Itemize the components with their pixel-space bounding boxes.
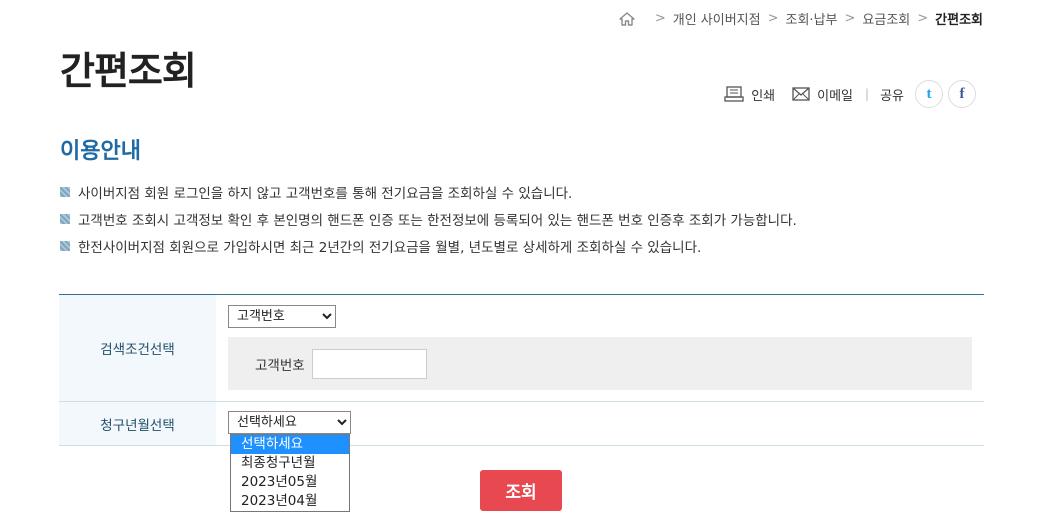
home-icon[interactable]	[618, 11, 636, 27]
info-text: 사이버지점 회원 로그인을 하지 않고 고객번호를 통해 전기요금을 조회하실 …	[78, 186, 573, 202]
breadcrumb-current: 간편조회	[935, 13, 983, 28]
print-icon	[724, 86, 744, 102]
page-title: 간편조회	[60, 49, 197, 93]
customer-number-input[interactable]	[311, 348, 427, 379]
list-item: 한전사이버지점 회원으로 가입하시면 최근 2년간의 전기요금을 월별, 년도별…	[60, 237, 797, 256]
breadcrumb-item-personal[interactable]: 개인 사이버지점	[673, 9, 761, 28]
page-tools: 인쇄 이메일 | 공유 t f	[724, 80, 976, 108]
section-title: 이용안내	[60, 139, 141, 164]
chevron-right-icon: >	[917, 11, 929, 26]
table-row: 청구년월선택 선택하세요	[59, 402, 984, 446]
search-type-select[interactable]: 고객번호	[228, 305, 336, 328]
divider: |	[865, 87, 870, 101]
info-text: 고객번호 조회시 고객정보 확인 후 본인명의 핸드폰 인증 또는 한전정보에 …	[78, 213, 797, 229]
bullet-icon	[60, 214, 70, 224]
breadcrumb-item-inquiry[interactable]: 조회·납부	[786, 9, 838, 28]
info-text: 한전사이버지점 회원으로 가입하시면 최근 2년간의 전기요금을 월별, 년도별…	[78, 240, 702, 256]
dropdown-option[interactable]: 2023년04월	[231, 492, 349, 511]
search-button[interactable]: 조회	[480, 470, 562, 511]
chevron-right-icon: >	[654, 11, 666, 26]
mail-icon	[792, 87, 810, 101]
list-item: 사이버지점 회원 로그인을 하지 않고 고객번호를 통해 전기요금을 조회하실 …	[60, 183, 797, 202]
share-label: 공유	[880, 88, 904, 104]
search-form: 검색조건선택 고객번호 고객번호 청구년월선택 선택하세요	[59, 294, 984, 446]
breadcrumb: > 개인 사이버지점 > 조회·납부 > 요금조회 > 간편조회	[618, 9, 983, 28]
list-item: 고객번호 조회시 고객정보 확인 후 본인명의 핸드폰 인증 또는 한전정보에 …	[60, 210, 797, 229]
bullet-icon	[60, 241, 70, 251]
dropdown-option[interactable]: 2023년05월	[231, 473, 349, 492]
bullet-icon	[60, 187, 70, 197]
table-row: 검색조건선택 고객번호 고객번호	[59, 295, 984, 402]
print-button[interactable]: 인쇄	[724, 85, 775, 104]
customer-number-label: 고객번호	[255, 357, 305, 374]
dropdown-option[interactable]: 선택하세요	[231, 435, 349, 454]
print-label: 인쇄	[751, 88, 776, 104]
email-label: 이메일	[817, 88, 854, 104]
chevron-right-icon: >	[767, 11, 779, 26]
customer-number-box: 고객번호	[228, 337, 972, 390]
twitter-icon[interactable]: t	[915, 80, 943, 108]
dropdown-option[interactable]: 최종청구년월	[231, 454, 349, 473]
breadcrumb-item-fee[interactable]: 요금조회	[862, 9, 910, 28]
chevron-right-icon: >	[844, 11, 856, 26]
facebook-icon[interactable]: f	[948, 80, 976, 108]
billing-month-label: 청구년월선택	[59, 402, 216, 445]
info-list: 사이버지점 회원 로그인을 하지 않고 고객번호를 통해 전기요금을 조회하실 …	[60, 183, 797, 264]
search-condition-label: 검색조건선택	[59, 295, 216, 401]
billing-month-select[interactable]: 선택하세요	[228, 411, 351, 434]
email-button[interactable]: 이메일	[792, 85, 853, 104]
billing-month-dropdown: 선택하세요 최종청구년월 2023년05월 2023년04월	[230, 434, 350, 512]
